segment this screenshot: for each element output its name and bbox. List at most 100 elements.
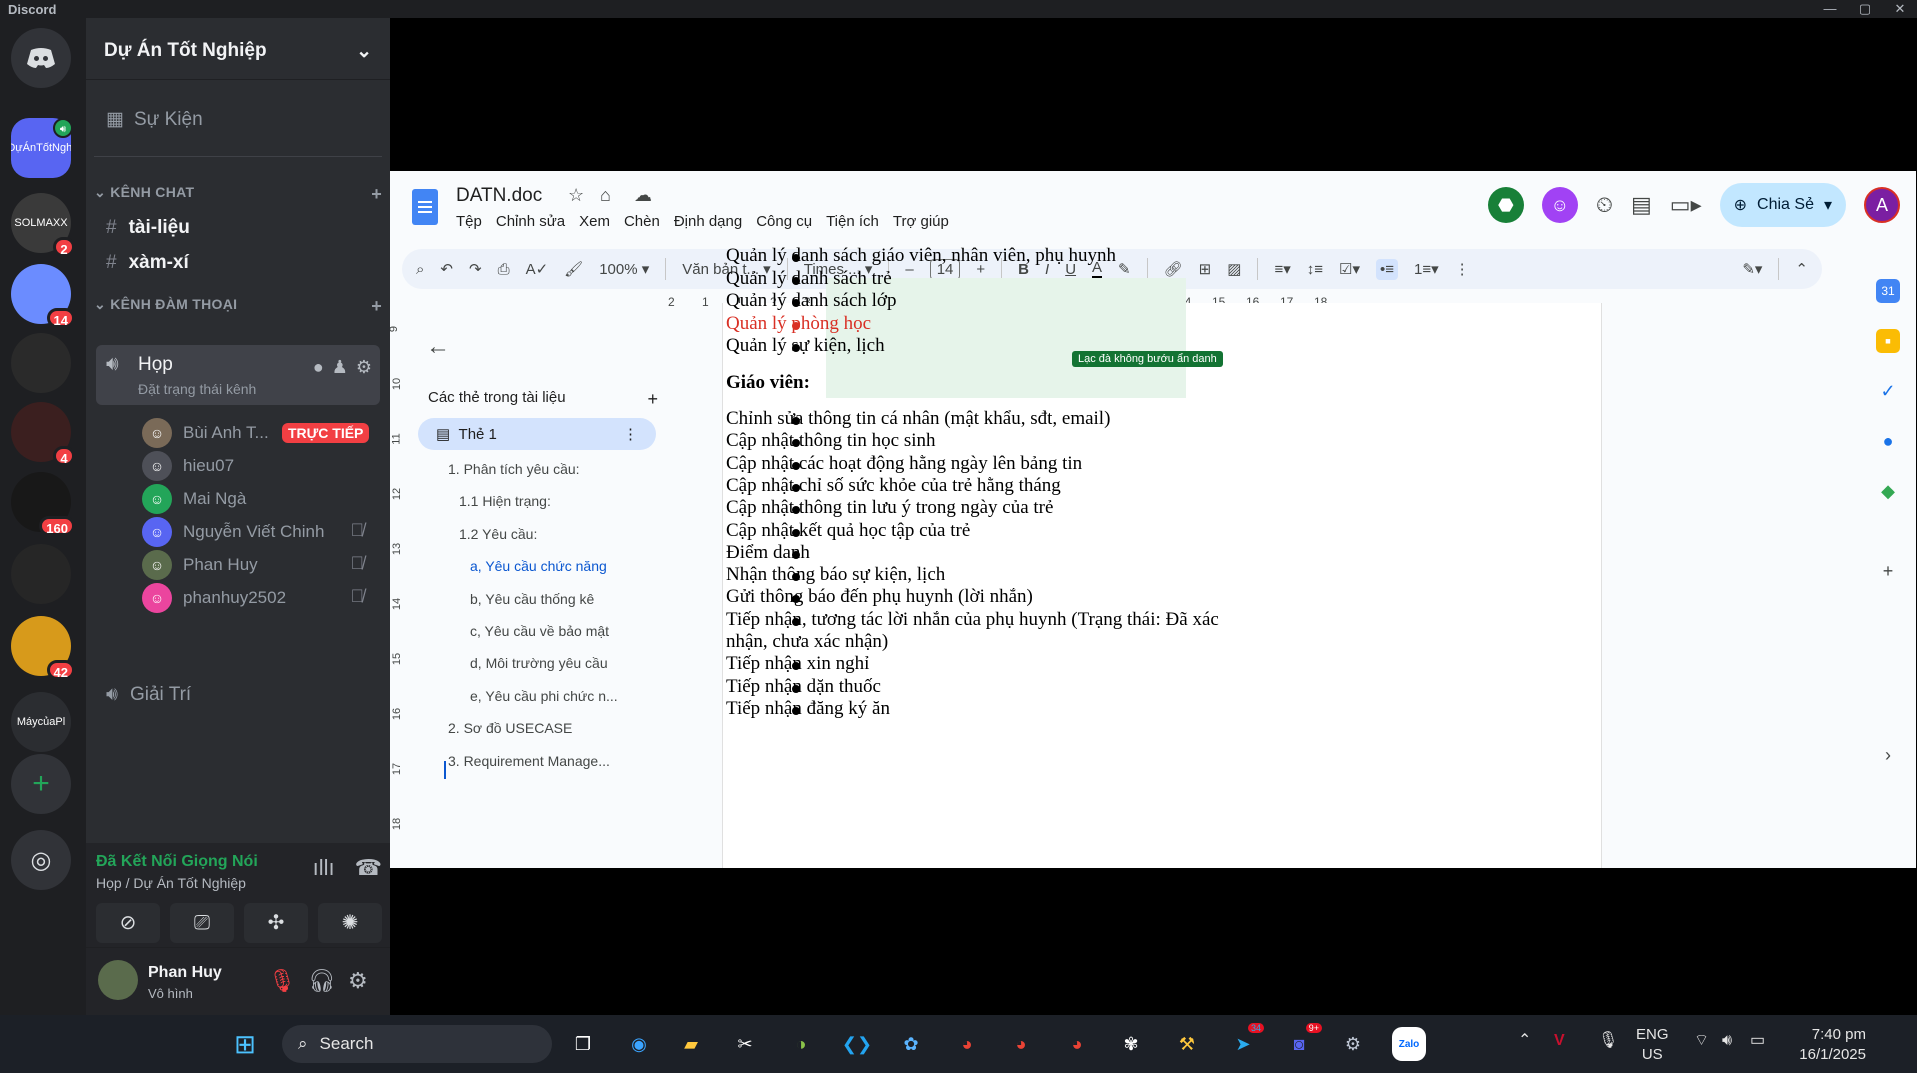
- add-addon-icon[interactable]: +: [1876, 559, 1900, 583]
- expand-panel-icon[interactable]: ›: [1876, 743, 1900, 767]
- menu-item[interactable]: Chỉnh sửa: [496, 213, 565, 230]
- align-icon[interactable]: ≡▾: [1274, 260, 1290, 278]
- task-view-icon[interactable]: ❐: [566, 1027, 600, 1061]
- doc-title[interactable]: DATN.doc: [456, 185, 542, 207]
- gear-icon[interactable]: ⚙: [356, 357, 372, 378]
- outline-item[interactable]: d, Môi trường yêu cầu: [470, 655, 608, 671]
- link-icon[interactable]: 🔗︎: [1164, 260, 1183, 278]
- outline-item[interactable]: b, Yêu cầu thống kê: [470, 591, 594, 607]
- tab-the-1[interactable]: ▤ Thẻ 1 ⋮: [418, 418, 656, 450]
- voice-channel-status[interactable]: Đặt trạng thái kênh: [138, 381, 256, 397]
- doc-list-item[interactable]: Cập nhật kết quả học tập của trẻ: [726, 520, 970, 542]
- voice-category[interactable]: ⌄ KÊNH ĐÀM THOẠI +: [94, 296, 382, 317]
- add-channel-icon[interactable]: +: [371, 184, 382, 205]
- channel-xam-xi[interactable]: # xàm-xí: [106, 252, 189, 274]
- chrome-icon[interactable]: ◕: [1060, 1027, 1094, 1061]
- doc-list-item[interactable]: Tiếp nhận xin nghỉ: [726, 653, 869, 675]
- doc-list-item[interactable]: Cập nhật thông tin lưu ý trong ngày của …: [726, 497, 1053, 519]
- paint-format-icon[interactable]: 🖌︎: [564, 260, 583, 278]
- invite-icon[interactable]: ♟: [332, 357, 348, 378]
- extension-icon[interactable]: ☺: [1541, 187, 1578, 223]
- text-category[interactable]: ⌄ KÊNH CHAT +: [94, 184, 382, 205]
- voice-member[interactable]: ☺ phanhuy2502 🎙̸: [86, 578, 376, 618]
- chat-icon[interactable]: ●: [313, 357, 324, 378]
- comment-icon[interactable]: ▤: [1631, 192, 1652, 218]
- activities-button[interactable]: ✣: [244, 903, 308, 943]
- menu-item[interactable]: Chèn: [624, 213, 660, 230]
- meet-icon[interactable]: ▭▸: [1670, 192, 1702, 218]
- back-arrow-icon[interactable]: ←: [426, 333, 450, 361]
- more-icon[interactable]: ⋮: [623, 425, 638, 443]
- menu-item[interactable]: Tiện ích: [826, 213, 879, 230]
- user-name[interactable]: Phan Huy: [148, 964, 222, 982]
- clock[interactable]: 7:40 pm 16/1/2025: [1790, 1025, 1866, 1065]
- image-icon[interactable]: ▨: [1227, 260, 1241, 278]
- doc-list-item[interactable]: Gửi thông báo đến phụ huynh (lời nhắn): [726, 586, 1033, 608]
- home-button[interactable]: [11, 28, 71, 88]
- discover-button[interactable]: ◎: [11, 830, 71, 890]
- noise-suppression-icon[interactable]: ıllı: [313, 855, 335, 881]
- cloud-icon[interactable]: ☁: [634, 185, 652, 206]
- app-icon[interactable]: ✿: [894, 1027, 928, 1061]
- camera-off-button[interactable]: ⊘: [96, 903, 160, 943]
- live-badge[interactable]: TRỰC TIẾP: [282, 423, 370, 443]
- server-icon[interactable]: 160: [11, 472, 75, 536]
- calendar-icon[interactable]: 31: [1876, 279, 1900, 303]
- app-tray-icon[interactable]: V: [1554, 1031, 1565, 1051]
- more-icon[interactable]: ⋮: [1455, 260, 1470, 278]
- highlight-icon[interactable]: ✎: [1118, 260, 1131, 278]
- doc-list-item[interactable]: Tiếp nhận, tương tác lời nhắn của phụ hu…: [726, 609, 1219, 631]
- maps-icon[interactable]: ◆: [1876, 479, 1900, 503]
- chevron-up-icon[interactable]: ⌃: [1518, 1031, 1531, 1051]
- telegram-icon[interactable]: ➤ 34: [1226, 1023, 1264, 1061]
- outline-item[interactable]: a, Yêu cầu chức năng: [470, 558, 607, 574]
- bullet-list-icon[interactable]: •≡: [1375, 258, 1398, 280]
- voice-status[interactable]: Đã Kết Nối Giọng Nói: [96, 853, 258, 871]
- add-comment-icon[interactable]: ⊞: [1199, 260, 1212, 278]
- minimize-button[interactable]: —: [1815, 0, 1845, 18]
- soundboard-button[interactable]: ✺: [318, 903, 382, 943]
- undo-icon[interactable]: ↶: [440, 260, 453, 278]
- chrome-icon[interactable]: ◕: [1004, 1027, 1038, 1061]
- server-icon[interactable]: SOLMAXX 2: [11, 193, 75, 257]
- headphones-icon[interactable]: 🎧︎: [308, 968, 336, 994]
- battery-icon[interactable]: ▭: [1750, 1031, 1765, 1051]
- voice-channel-giai-tri[interactable]: 🔊︎ Giải Trí: [106, 684, 191, 706]
- doc-list-item[interactable]: Tiếp nhận dặn thuốc: [726, 676, 881, 698]
- snipping-tool-icon[interactable]: ✂: [728, 1027, 762, 1061]
- doc-list-item[interactable]: Tiếp nhận đăng ký ăn: [726, 698, 890, 720]
- app-icon[interactable]: ⚒: [1170, 1027, 1204, 1061]
- tasks-icon[interactable]: ✓: [1876, 379, 1900, 403]
- print-icon[interactable]: ⎙: [498, 261, 510, 278]
- events-link[interactable]: ▦ Sự Kiện: [106, 108, 203, 131]
- menu-item[interactable]: Định dạng: [674, 213, 742, 230]
- language-indicator[interactable]: ENG US: [1636, 1025, 1669, 1065]
- outline-item[interactable]: 2. Sơ đồ USECASE: [448, 720, 572, 736]
- server-icon[interactable]: [11, 544, 71, 604]
- start-icon[interactable]: ⊞: [228, 1027, 262, 1061]
- search-icon[interactable]: ⌕: [416, 261, 424, 278]
- extension-icon[interactable]: ⬣: [1487, 187, 1524, 223]
- menu-item[interactable]: Trợ giúp: [893, 213, 949, 230]
- server-icon[interactable]: 42: [11, 616, 75, 680]
- outline-item[interactable]: 1.2 Yêu cầu:: [459, 526, 537, 542]
- file-explorer-icon[interactable]: ▰: [674, 1027, 708, 1061]
- star-icon[interactable]: ☆: [568, 185, 584, 206]
- move-icon[interactable]: ⌂: [600, 185, 611, 206]
- chatgpt-icon[interactable]: ✾: [1114, 1027, 1148, 1061]
- doc-list-item[interactable]: Cập nhật thông tin học sinh: [726, 430, 936, 452]
- spellcheck-icon[interactable]: A✓: [526, 260, 549, 278]
- doc-list-item[interactable]: Nhận thông báo sự kiện, lịch: [726, 564, 945, 586]
- account-avatar[interactable]: A: [1864, 187, 1900, 223]
- vscode-icon[interactable]: ❮❯: [840, 1027, 874, 1061]
- menu-item[interactable]: Xem: [579, 213, 610, 230]
- guild-header[interactable]: Dự Án Tốt Nghiệp ⌄: [86, 18, 390, 80]
- avatar[interactable]: [98, 960, 138, 1000]
- taskbar-search[interactable]: ⌕ Search: [282, 1025, 552, 1063]
- gear-icon[interactable]: ⚙: [348, 968, 368, 994]
- mic-muted-icon[interactable]: 🎙︎: [268, 968, 296, 994]
- server-icon[interactable]: MáycủaPl: [11, 692, 71, 752]
- add-tab-icon[interactable]: +: [647, 389, 658, 410]
- outline-item[interactable]: 1.1 Hiện trạng:: [459, 493, 551, 509]
- volume-icon[interactable]: 🔊︎: [1722, 1031, 1732, 1051]
